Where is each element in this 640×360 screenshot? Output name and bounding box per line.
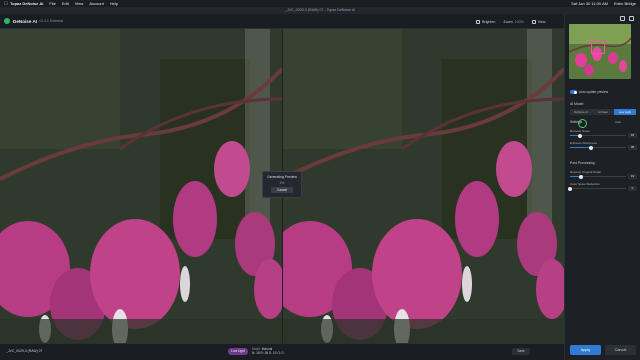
remove-noise-value[interactable]: 18	[628, 133, 637, 138]
enhance-sharpness-label: Enhance Sharpness	[570, 141, 598, 145]
auto-update-label: Auto update preview	[579, 90, 609, 94]
menu-app[interactable]: Topaz DeNoise AI	[10, 1, 43, 6]
dialog-title: Generating Preview	[267, 175, 297, 179]
app-logo-icon	[4, 18, 10, 24]
dialog-cancel-button[interactable]: Cancel	[271, 187, 293, 193]
window-title: _JVC_0029-3 (RAW) 07 - Topaz DeNoise AI	[0, 7, 640, 14]
slider-fill	[570, 147, 592, 148]
menu-help[interactable]: Help	[110, 1, 118, 6]
slider-knob[interactable]	[578, 133, 583, 138]
bottom-bar: _JVC_0029-3 (RAW) 07 Low Light Mode: Man…	[0, 343, 564, 360]
mode-badge: Low Light	[228, 348, 248, 355]
recover-detail-slider[interactable]	[570, 174, 626, 179]
app-version: v3.4.1 External	[39, 19, 64, 23]
original-preview[interactable]	[0, 29, 282, 343]
enhance-sharpness-slider[interactable]	[570, 145, 626, 150]
flower-photo-processed	[283, 29, 564, 343]
brighten-button[interactable]: Brighten	[476, 19, 496, 24]
post-processing-label: Post-Processing	[570, 161, 595, 165]
undo-icon[interactable]	[620, 16, 625, 21]
color-noise-label: Color Noise Reduction	[570, 182, 601, 186]
mode-settings: N: 18 R: 38 S: 19 O: 0	[252, 351, 284, 355]
generating-preview-dialog: Generating Preview 1% Cancel	[262, 171, 302, 198]
model-low-light[interactable]: Low Light	[614, 109, 636, 115]
menubar:  Topaz DeNoise AI File Edit View Accoun…	[0, 0, 640, 7]
recover-detail-label: Recover Original Detail	[570, 170, 601, 174]
enhance-sharpness-value[interactable]: 38	[628, 145, 637, 150]
recover-detail-value[interactable]: 19	[628, 174, 637, 179]
processed-preview[interactable]	[283, 29, 564, 343]
auto-update-toggle[interactable]	[570, 90, 577, 94]
user-name[interactable]: Eden Bridge	[614, 1, 636, 6]
view-button[interactable]: View	[531, 19, 546, 24]
split-view-icon	[531, 19, 536, 24]
remove-noise-label: Remove Noise	[570, 129, 590, 133]
color-noise-slider[interactable]	[568, 186, 626, 191]
zoom-label: Zoom	[503, 19, 513, 24]
model-ai-clear[interactable]: AI Clear	[592, 109, 614, 115]
save-button[interactable]: Save	[512, 348, 530, 355]
mode-info: Mode: Manual N: 18 R: 38 S: 19 O: 0	[252, 347, 283, 355]
zoom-control[interactable]: Zoom 100%	[503, 20, 523, 24]
ai-model-selector: DeNoise AI AI Clear Low Light	[570, 109, 636, 115]
brighten-label: Brighten	[482, 19, 496, 24]
file-name: _JVC_0029-3 (RAW) 07	[6, 349, 43, 353]
menu-edit[interactable]: Edit	[62, 1, 69, 6]
model-denoise[interactable]: DeNoise AI	[570, 109, 592, 115]
navigator-viewport[interactable]	[591, 40, 605, 54]
sun-icon	[476, 19, 480, 24]
navigator-thumbnail[interactable]	[569, 24, 631, 79]
color-noise-value[interactable]: 0	[628, 186, 637, 191]
app-name: DeNoise AI	[13, 18, 38, 24]
slider-knob[interactable]	[568, 186, 572, 191]
menu-file[interactable]: File	[49, 1, 55, 6]
menu-account[interactable]: Account	[89, 1, 103, 6]
zoom-value: 100%	[514, 19, 524, 24]
cursor-highlight	[578, 119, 587, 128]
view-label: View	[537, 19, 546, 24]
clock: Sat Jan 30 11:00 AM	[571, 1, 608, 6]
slider-knob[interactable]	[578, 174, 583, 179]
dialog-progress: 1%	[279, 181, 285, 185]
cancel-button[interactable]: Cancel	[605, 345, 636, 355]
panel-settings-icon[interactable]	[629, 16, 634, 21]
remove-noise-slider[interactable]	[570, 133, 626, 138]
ai-model-label: AI Model	[570, 102, 584, 106]
app-header: DeNoise AI v3.4.1 External Brighten Zoom…	[0, 14, 640, 29]
settings-panel: Auto update preview AI Model DeNoise AI …	[564, 14, 640, 360]
slider-knob[interactable]	[589, 145, 594, 150]
menu-view[interactable]: View	[75, 1, 84, 6]
apply-button[interactable]: Apply	[570, 345, 601, 355]
header-tools: Brighten Zoom 100% View	[476, 14, 554, 29]
flower-photo	[0, 29, 282, 343]
auto-button[interactable]: Auto	[615, 120, 621, 124]
